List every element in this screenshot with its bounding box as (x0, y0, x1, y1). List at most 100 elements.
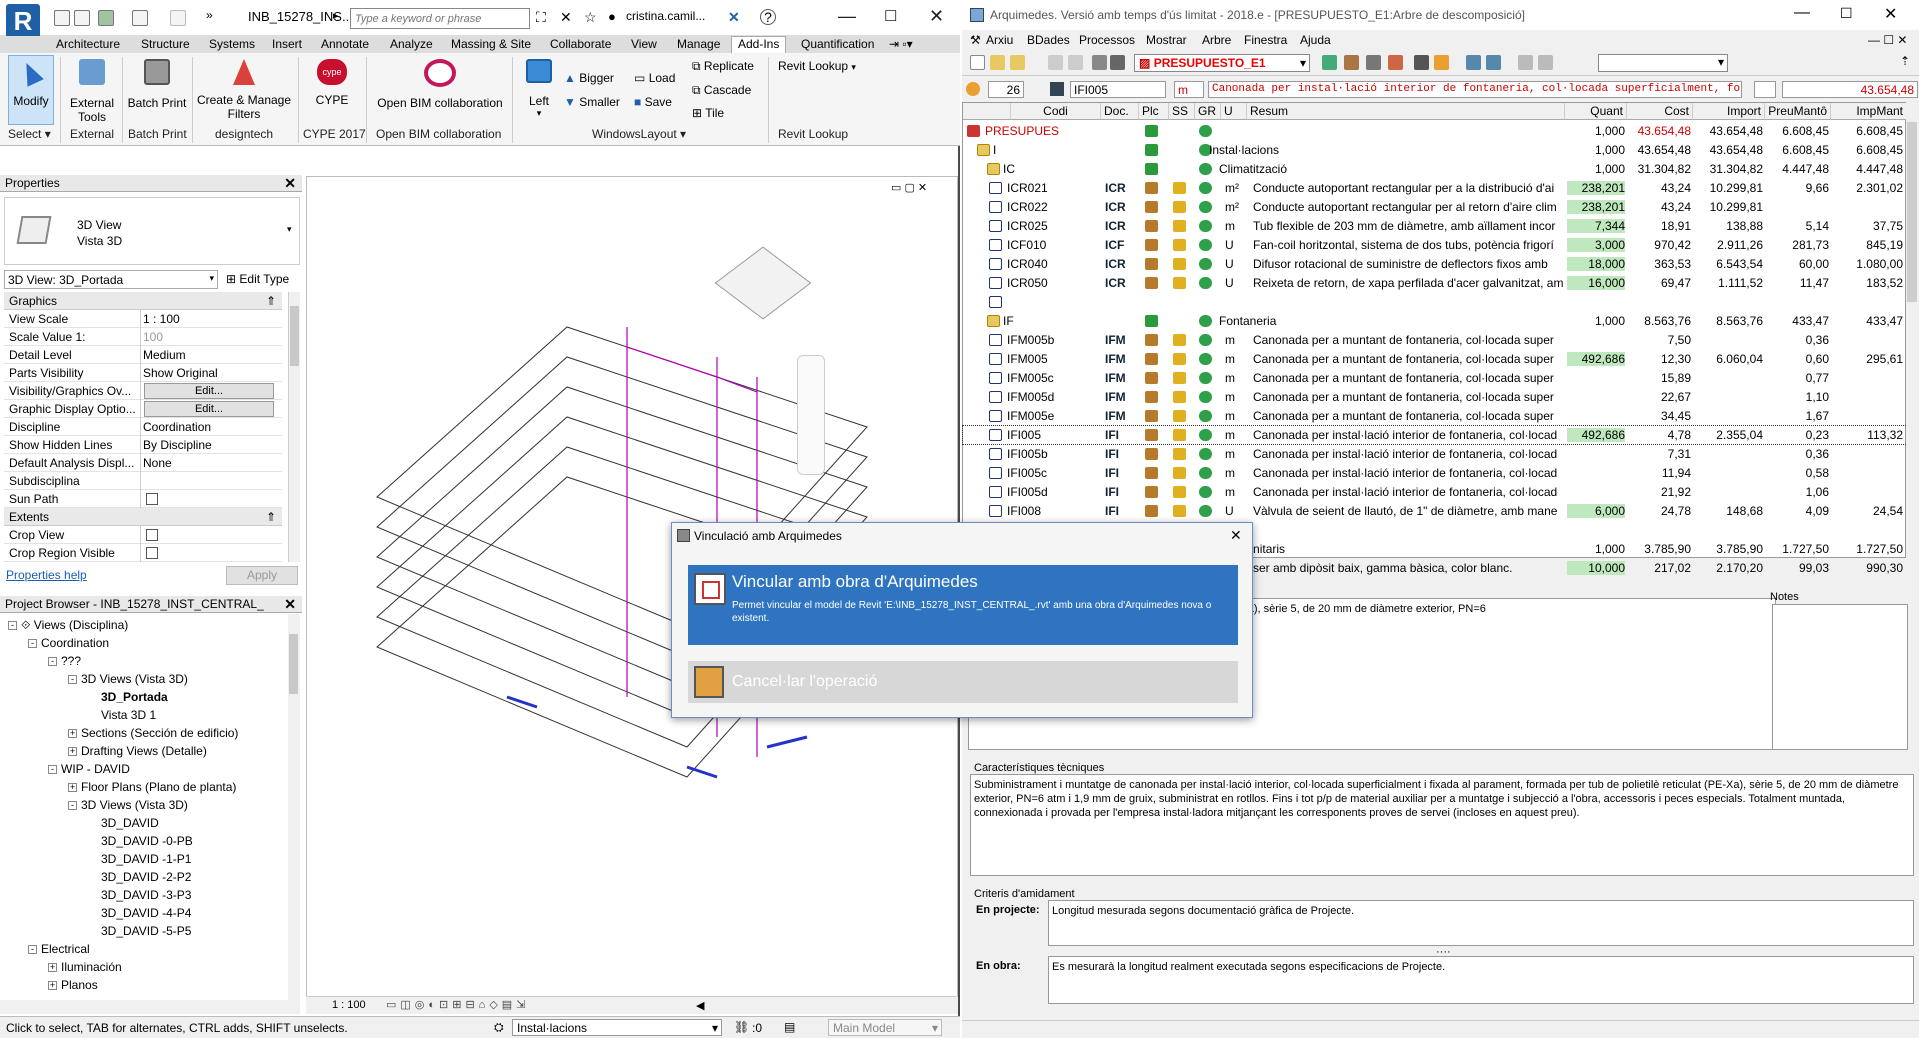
modify-button[interactable]: Modify (8, 55, 54, 125)
col-header-gr[interactable]: GR (1195, 103, 1221, 120)
tree-node[interactable]: 3D_DAVID (88, 816, 159, 830)
expand-icon[interactable]: + (48, 981, 57, 991)
tree-node[interactable]: 3D_DAVID -1-P1 (88, 852, 191, 866)
tree-node[interactable]: 3D_DAVID -3-P3 (88, 888, 191, 902)
minimize-button[interactable]: — (838, 6, 856, 27)
navigation-bar[interactable] (797, 355, 825, 475)
tool-icon[interactable] (1322, 55, 1337, 70)
property-row[interactable]: Scale Value 1: 100 (4, 328, 282, 346)
tab-view[interactable]: View (631, 37, 657, 51)
properties-help-link[interactable]: Properties help (6, 568, 87, 582)
grid-row[interactable]: ICR025 ICR m Tub flexible de 203 mm de diàm… (963, 217, 1907, 235)
tree-node[interactable]: 3D_Portada (88, 690, 168, 704)
browser-scrollbar[interactable] (288, 614, 300, 1000)
grid-row[interactable]: IFM005c IFM m Canonada per a muntant de fon… (963, 369, 1907, 387)
scroll-thumb[interactable] (1907, 122, 1917, 302)
new-icon[interactable] (970, 55, 985, 70)
property-value[interactable]: By Discipline (143, 438, 212, 452)
property-row[interactable]: Parts Visibility Show Original (4, 364, 282, 382)
collapse-icon[interactable]: - (68, 801, 77, 811)
menu-processos[interactable]: Processos (1079, 33, 1135, 47)
design-option-select[interactable]: Main Model ▾ (828, 1019, 942, 1036)
section-graphics[interactable]: Graphics ⇑ (4, 292, 282, 310)
qat-more-icon[interactable]: » (206, 8, 213, 22)
favorites-star-icon[interactable]: ☆ (584, 9, 597, 26)
budget-selector[interactable]: ▨ PRESUPUESTO_E1 ▾ (1134, 54, 1310, 72)
col-header-doc[interactable]: Doc. (1101, 103, 1139, 120)
tool-icon[interactable] (1366, 55, 1381, 70)
subscription-icon[interactable]: ✕ (560, 9, 572, 26)
property-row[interactable]: Show Hidden Lines By Discipline (4, 436, 282, 454)
col-header-preumant[interactable]: PreuMantô (1765, 103, 1831, 120)
extents-row[interactable]: Crop View (4, 526, 282, 544)
tree-node[interactable]: - WIP - DAVID (48, 762, 130, 776)
open-folder-2-icon[interactable] (1010, 55, 1025, 70)
search-input[interactable] (350, 8, 530, 29)
item-icon[interactable] (989, 334, 1002, 346)
save-icon[interactable] (74, 10, 90, 26)
expand-icon[interactable]: + (68, 783, 77, 793)
section-extents[interactable]: Extents ⇑ (4, 508, 282, 526)
type-selector-dropdown-icon[interactable]: ▾ (287, 224, 292, 235)
tool-icon[interactable] (1414, 55, 1429, 70)
arq-maximize-button[interactable]: ☐ (1840, 5, 1853, 22)
undo-icon[interactable] (132, 10, 148, 26)
tree-icon[interactable] (1466, 55, 1481, 70)
mdi-controls[interactable]: — ☐ ✕ (1868, 33, 1907, 47)
redo-icon[interactable] (170, 10, 186, 26)
col-header-cost[interactable]: Cost (1627, 103, 1693, 120)
view-scale-label[interactable]: 1 : 100 (332, 999, 366, 1011)
grid-row[interactable]: IC Climatització 1,000 31.304,82 31.304,82 4.… (963, 160, 1907, 178)
tree-node[interactable]: + Sections (Sección de edificio) (68, 726, 238, 740)
toolbar-pin-icon[interactable]: ⇡ (1900, 54, 1910, 68)
type-selector[interactable]: 3D View Vista 3D ▾ (4, 197, 300, 265)
tab-analyze[interactable]: Analyze (390, 37, 433, 51)
collapse-icon[interactable]: - (28, 945, 37, 955)
properties-close-icon[interactable]: ✕ (284, 175, 296, 192)
property-value[interactable]: 100 (143, 330, 163, 344)
tree-node[interactable]: -??? (48, 654, 81, 668)
property-row[interactable]: Discipline Coordination (4, 418, 282, 436)
property-row[interactable]: Subdisciplina (4, 472, 282, 490)
menu-finestra[interactable]: Finestra (1244, 33, 1287, 47)
item-icon[interactable] (989, 201, 1002, 213)
scroll-thumb[interactable] (290, 306, 299, 366)
tab-quantification[interactable]: Quantification (801, 37, 874, 51)
batch-print-button[interactable]: Batch Print (126, 59, 188, 110)
tree-node[interactable]: -3D Views (Vista 3D) (68, 798, 188, 812)
grid-row[interactable]: IF Fontaneria 1,000 8.563,76 8.563,76 433,47 4… (963, 312, 1907, 330)
tree-node[interactable]: 3D_DAVID -2-P2 (88, 870, 191, 884)
properties-scrollbar[interactable] (288, 292, 300, 562)
col-header-resum[interactable]: Resum (1247, 103, 1565, 120)
tree-node[interactable]: - Electrical (28, 942, 90, 956)
window-icon[interactable] (1538, 55, 1553, 70)
cype-button[interactable]: cype CYPE (306, 59, 358, 107)
grid-row[interactable]: IFM005d IFM m Canonada per a muntant de fon… (963, 388, 1907, 406)
tree-node[interactable]: 3D_DAVID -5-P5 (88, 924, 191, 938)
bigger-button[interactable]: ▲ Bigger (564, 71, 614, 85)
maximize-button[interactable]: ☐ (884, 7, 897, 25)
collapse-icon[interactable]: - (28, 639, 37, 649)
grid-row[interactable]: IFM005 IFM m Canonada per a muntant de font… (963, 350, 1907, 368)
tree-node[interactable]: Vista 3D 1 (88, 708, 156, 722)
exchange-apps-icon[interactable]: ✕ (728, 9, 740, 26)
property-row[interactable]: Sun Path (4, 490, 282, 508)
col-header-import[interactable]: Import (1693, 103, 1765, 120)
grid-row[interactable]: ICF010 ICF U Fan-coil horitzontal, sistema … (963, 236, 1907, 254)
item-icon[interactable] (989, 182, 1002, 194)
tab-insert[interactable]: Insert (272, 37, 302, 51)
print-icon[interactable] (1110, 55, 1125, 70)
checkbox[interactable] (146, 529, 158, 541)
undo-icon[interactable] (1048, 55, 1063, 70)
item-icon[interactable] (989, 353, 1002, 365)
browser-hscrollbar[interactable] (0, 1000, 300, 1014)
scroll-left-icon[interactable]: ◀ (696, 999, 704, 1012)
collapse-icon[interactable]: - (48, 657, 57, 667)
grid-row[interactable]: ICR040 ICR U Difusor rotacional de suminist… (963, 255, 1907, 273)
grid-row[interactable]: IFI005c IFI m Canonada per instal·lació int… (963, 464, 1907, 482)
arq-close-button[interactable]: ✕ (1884, 4, 1897, 24)
menu-bdades[interactable]: BDades (1027, 33, 1070, 47)
panel-select[interactable]: Select ▾ (8, 127, 51, 141)
sun-path-checkbox[interactable] (146, 493, 158, 505)
property-value[interactable]: None (143, 456, 172, 470)
